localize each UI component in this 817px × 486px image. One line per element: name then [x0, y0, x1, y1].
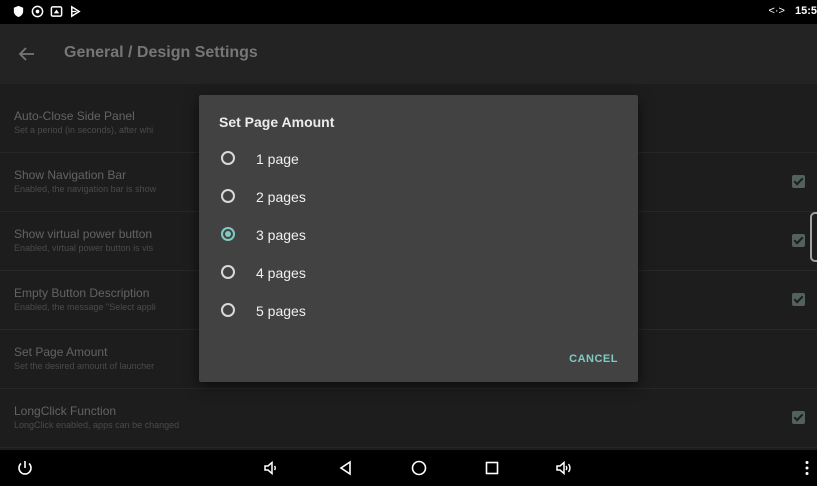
radio-button[interactable]: [221, 151, 235, 165]
volume-down-icon[interactable]: [262, 459, 280, 477]
radio-label: 2 pages: [256, 189, 306, 205]
radio-option-5-pages[interactable]: 5 pages: [199, 291, 638, 329]
eye-icon: [31, 5, 44, 18]
cancel-button[interactable]: CANCEL: [569, 353, 618, 365]
radio-group: 1 page 2 pages 3 pages 4 pages 5 pages: [199, 139, 638, 329]
cast-icon: [50, 6, 63, 17]
status-right: <·> 15:5: [768, 5, 817, 17]
recents-square-icon[interactable]: [483, 459, 501, 477]
play-store-icon: [71, 5, 81, 18]
back-triangle-icon[interactable]: [337, 459, 355, 477]
dialog-title: Set Page Amount: [219, 114, 335, 130]
navigation-bar: [0, 450, 817, 486]
radio-label: 3 pages: [256, 227, 306, 243]
shield-icon: [13, 5, 24, 18]
radio-label: 1 page: [256, 151, 299, 167]
clock: 15:5: [794, 5, 817, 17]
radio-button-selected[interactable]: [221, 227, 235, 241]
status-icons: [12, 5, 82, 18]
power-icon[interactable]: [16, 459, 34, 477]
volume-up-icon[interactable]: [555, 459, 573, 477]
set-page-amount-dialog: Set Page Amount 1 page 2 pages 3 pages 4…: [199, 95, 638, 382]
radio-option-4-pages[interactable]: 4 pages: [199, 253, 638, 291]
radio-button[interactable]: [221, 303, 235, 317]
radio-option-3-pages[interactable]: 3 pages: [199, 215, 638, 253]
radio-label: 5 pages: [256, 303, 306, 319]
radio-option-2-pages[interactable]: 2 pages: [199, 177, 638, 215]
home-circle-icon[interactable]: [410, 459, 428, 477]
more-vert-icon[interactable]: [798, 459, 816, 477]
radio-button[interactable]: [221, 189, 235, 203]
radio-button[interactable]: [221, 265, 235, 279]
signal-indicator: <·>: [768, 5, 785, 17]
radio-option-1-page[interactable]: 1 page: [199, 139, 638, 177]
status-bar: <·> 15:5: [0, 0, 817, 24]
radio-label: 4 pages: [256, 265, 306, 281]
